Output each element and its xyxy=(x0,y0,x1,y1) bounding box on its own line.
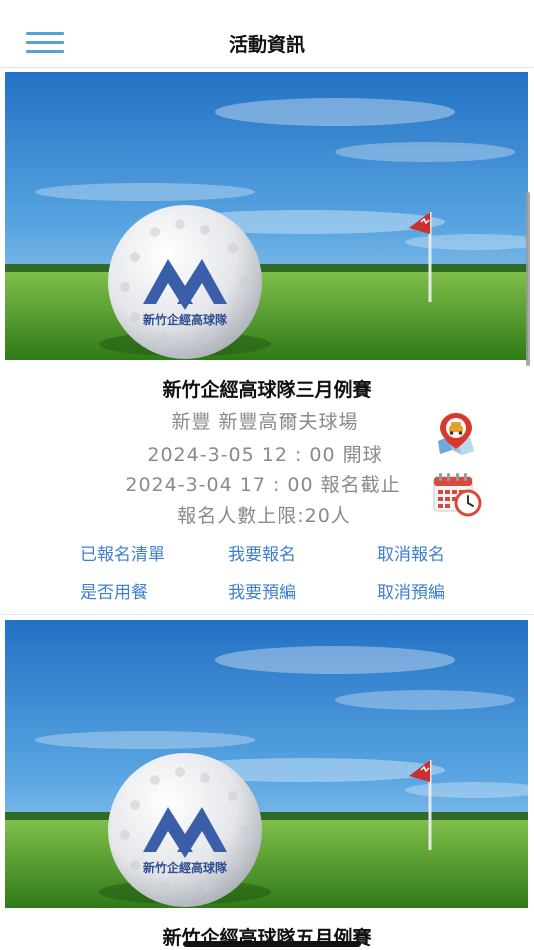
pre-arrange-link[interactable]: 我要預編 xyxy=(228,578,296,603)
cancel-register-link[interactable]: 取消報名 xyxy=(377,540,445,565)
map-location-icon[interactable] xyxy=(434,411,478,455)
event-banner-image[interactable]: 新竹企經高球隊 xyxy=(5,72,528,360)
home-indicator[interactable] xyxy=(183,941,361,947)
scrollbar-thumb[interactable] xyxy=(526,192,530,366)
event-card: 新竹企經高球隊 新竹企經高球隊五月例賽 xyxy=(0,617,534,950)
calendar-clock-icon[interactable] xyxy=(432,471,482,517)
golf-banner-illustration: 新竹企經高球隊 xyxy=(5,72,528,360)
page-title: 活動資訊 xyxy=(228,34,305,56)
cancel-pre-arrange-link[interactable]: 取消預編 xyxy=(377,578,445,603)
meal-option-link[interactable]: 是否用餐 xyxy=(80,578,148,603)
register-link[interactable]: 我要報名 xyxy=(228,540,296,565)
svg-text:新竹企經高球隊: 新竹企經高球隊 xyxy=(143,860,228,875)
top-nav-bar: 活動資訊 xyxy=(0,0,534,68)
event-card: 新竹企經高球隊 新竹企經高球隊三月例賽 新豐 新豐高爾夫球場 2024-3-05… xyxy=(0,69,534,615)
event-title: 新竹企經高球隊三月例賽 xyxy=(162,379,372,401)
registered-list-link[interactable]: 已報名清單 xyxy=(80,540,165,565)
golf-banner-illustration: 新竹企經高球隊 xyxy=(5,620,528,908)
svg-text:新竹企經高球隊: 新竹企經高球隊 xyxy=(143,312,228,327)
event-banner-image[interactable]: 新竹企經高球隊 xyxy=(5,620,528,908)
